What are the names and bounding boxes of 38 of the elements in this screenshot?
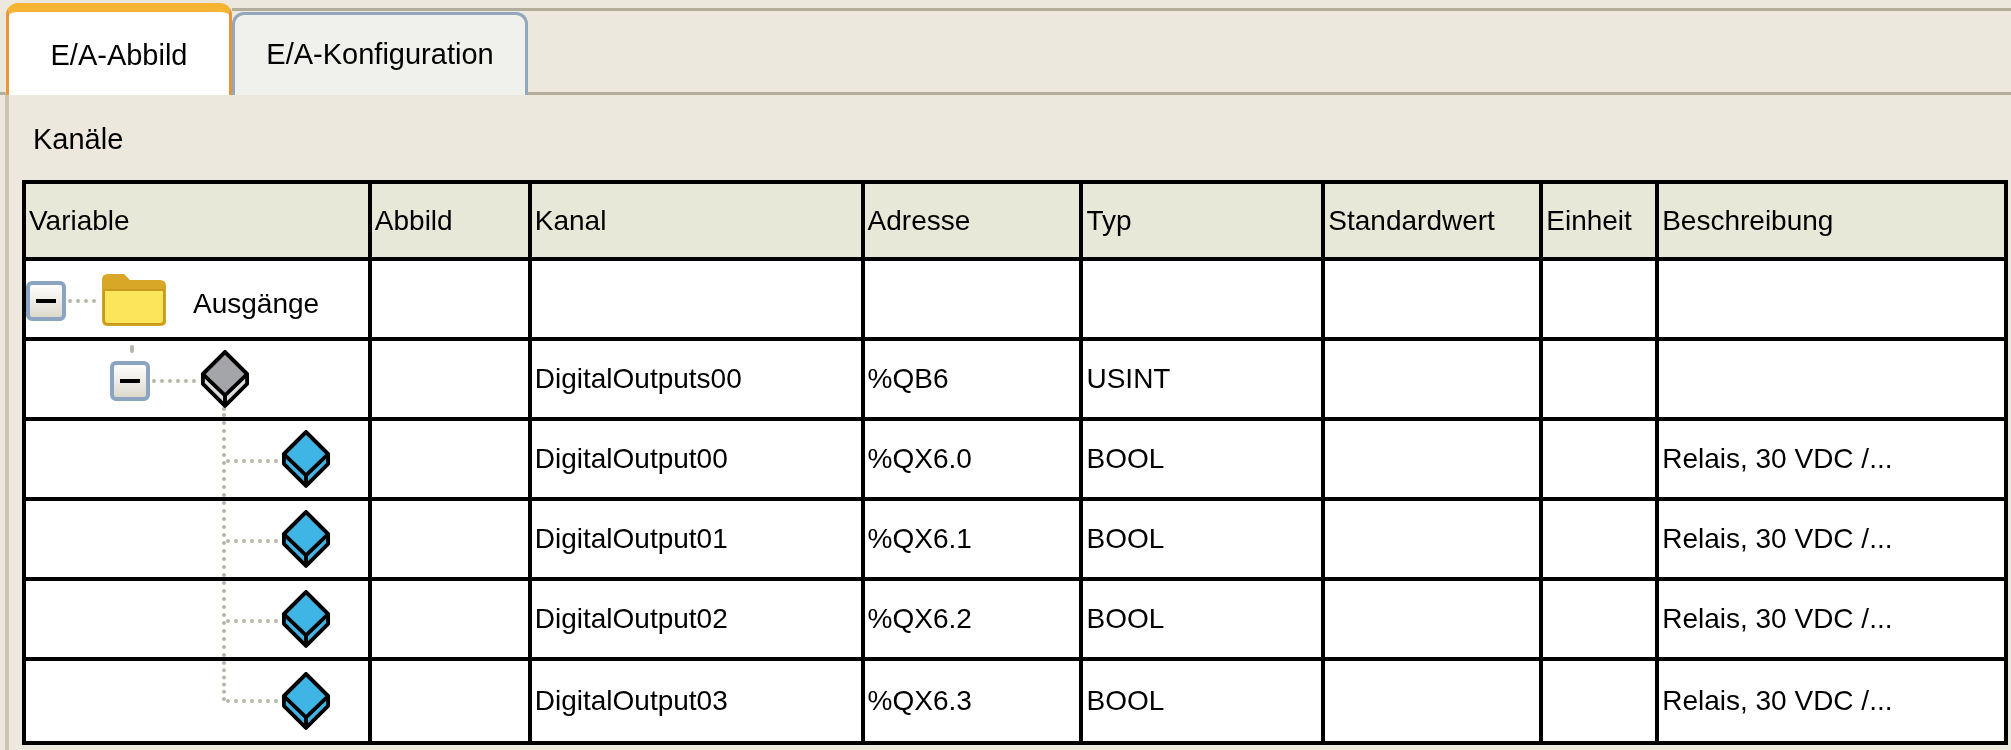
table-cell-text: BOOL: [1086, 684, 1165, 718]
table-cell-text: Relais, 30 VDC /...: [1662, 442, 1893, 476]
column-header[interactable]: Einheit: [1546, 199, 1632, 242]
table-cell-text: DigitalOutput01: [534, 522, 728, 556]
collapse-button[interactable]: [110, 361, 150, 401]
table-cell-text: %QX6.3: [867, 684, 972, 718]
table-cell-text: %QX6.0: [867, 442, 972, 476]
column-header[interactable]: Typ: [1086, 199, 1132, 242]
table-cell-text: DigitalOutput02: [534, 602, 728, 636]
column-header[interactable]: Beschreibung: [1662, 199, 1834, 242]
table-cell-text: %QX6.2: [867, 602, 972, 636]
table-cell-text: BOOL: [1086, 522, 1165, 556]
column-header[interactable]: Standardwert: [1328, 199, 1495, 242]
table-cell-text: DigitalOutput03: [534, 684, 728, 718]
table-cell-text: BOOL: [1086, 602, 1165, 636]
table-cell-text: Relais, 30 VDC /...: [1662, 602, 1893, 636]
table-cell-text: %QX6.1: [867, 522, 972, 556]
diamond-icon: [281, 589, 331, 649]
tab[interactable]: E/A-Konfiguration: [232, 12, 528, 95]
table-cell-text: Relais, 30 VDC /...: [1662, 684, 1893, 718]
column-header[interactable]: Variable: [29, 199, 130, 242]
section-title: Kanäle: [33, 122, 124, 157]
table-cell-text: DigitalOutputs00: [534, 362, 742, 396]
collapse-button[interactable]: [26, 281, 66, 321]
column-header[interactable]: Abbild: [374, 199, 453, 242]
column-header[interactable]: Adresse: [867, 199, 971, 242]
table-cell-text: BOOL: [1086, 442, 1165, 476]
tree-label[interactable]: Ausgänge: [193, 283, 320, 325]
diamond-icon: [281, 429, 331, 489]
tab[interactable]: E/A-Abbild: [6, 3, 232, 95]
diamond-icon: [281, 509, 331, 569]
table-cell-text: DigitalOutput00: [534, 442, 728, 476]
table-cell-text: %QB6: [867, 362, 949, 396]
table-cell-text: USINT: [1086, 362, 1171, 396]
diamond-icon: [281, 671, 331, 731]
table-cell-text: Relais, 30 VDC /...: [1662, 522, 1893, 556]
diamond-icon: [200, 349, 250, 409]
column-header[interactable]: Kanal: [534, 199, 607, 242]
